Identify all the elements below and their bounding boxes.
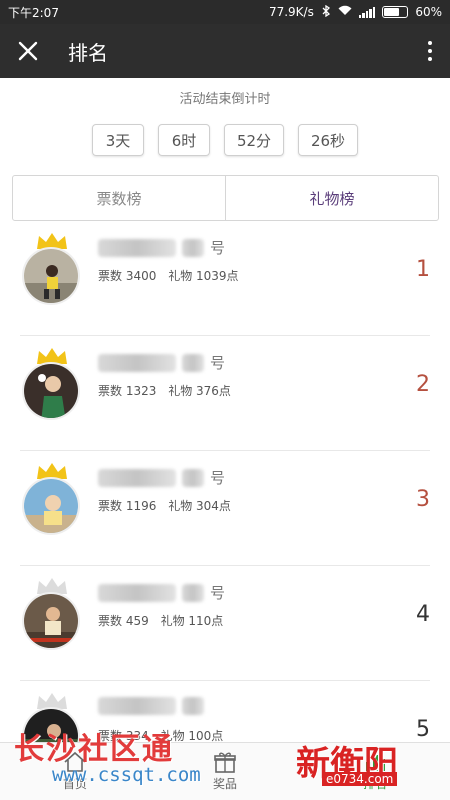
countdown-minutes: 52分 [224,124,284,156]
signal-icon [358,6,376,18]
vote-count: 票数 459 [98,614,149,628]
page-title: 排名 [68,40,108,65]
contestant-stats: 票数 1323 礼物 376点 [98,382,239,399]
avatar [22,247,80,305]
ranking-tabs: 票数榜 礼物榜 [12,175,439,221]
gift-icon [214,752,236,773]
network-speed: 77.9K/s [268,5,314,19]
more-vertical-icon [428,41,432,45]
rank-number: 3 [416,487,430,512]
watermark-right-url: e0734.com [322,772,398,786]
tab-gifts[interactable]: 礼物榜 [226,176,438,220]
list-item[interactable]: 号 票数 1196 礼物 304点 3 [20,451,430,566]
gift-points: 礼物 1039点 [168,269,239,283]
rank-number: 1 [416,257,430,282]
watermark-left-logo: 长沙社区通 [14,732,174,767]
avatar [22,592,80,650]
bluetooth-icon [321,4,331,20]
close-button[interactable] [0,24,56,78]
wifi-icon [338,5,352,19]
close-icon [18,41,38,61]
title-bar: 排名 [0,24,450,78]
rank-number: 5 [416,717,430,742]
countdown-days: 3天 [92,124,144,156]
countdown-seconds: 26秒 [298,124,358,156]
status-bar: 下午2:07 77.9K/s 60% [0,0,450,24]
countdown-hours: 6时 [158,124,210,156]
countdown-label: 活动结束倒计时 [179,92,271,107]
rank-number: 4 [416,602,430,627]
ranking-list: 号 票数 3400 礼物 1039点 1 号 票数 1323 礼物 376点 2 [0,221,450,796]
contestant-stats: 票数 1196 礼物 304点 [98,497,239,514]
contestant-stats: 票数 459 礼物 110点 [98,612,231,629]
contestant-name: 号 [98,582,225,603]
battery-icon [382,6,409,18]
battery-percent: 60% [415,5,442,19]
avatar [22,362,80,420]
vote-count: 票数 3400 [98,269,157,283]
gift-points: 礼物 376点 [168,384,231,398]
countdown-timer: 3天 6时 52分 26秒 [0,124,450,156]
tab-votes[interactable]: 票数榜 [13,176,226,220]
watermark-left-url: www.cssqt.com [52,764,201,786]
contestant-name [98,697,210,715]
list-item[interactable]: 号 票数 3400 礼物 1039点 1 [20,221,430,336]
avatar [22,477,80,535]
status-time: 下午2:07 [8,5,59,20]
gift-points: 礼物 110点 [160,614,224,628]
contestant-stats: 票数 3400 礼物 1039点 [98,267,247,284]
contestant-name: 号 [98,467,225,488]
nav-prizes-label: 奖品 [212,777,237,791]
rank-number: 2 [416,372,430,397]
contestant-name: 号 [98,237,225,258]
gift-points: 礼物 304点 [168,499,231,513]
vote-count: 票数 1196 [98,499,157,513]
list-item[interactable]: 号 票数 1323 礼物 376点 2 [20,336,430,451]
contestant-name: 号 [98,352,225,373]
more-options-button[interactable] [410,24,450,78]
list-item[interactable]: 号 票数 459 礼物 110点 4 [20,566,430,681]
vote-count: 票数 1323 [98,384,157,398]
